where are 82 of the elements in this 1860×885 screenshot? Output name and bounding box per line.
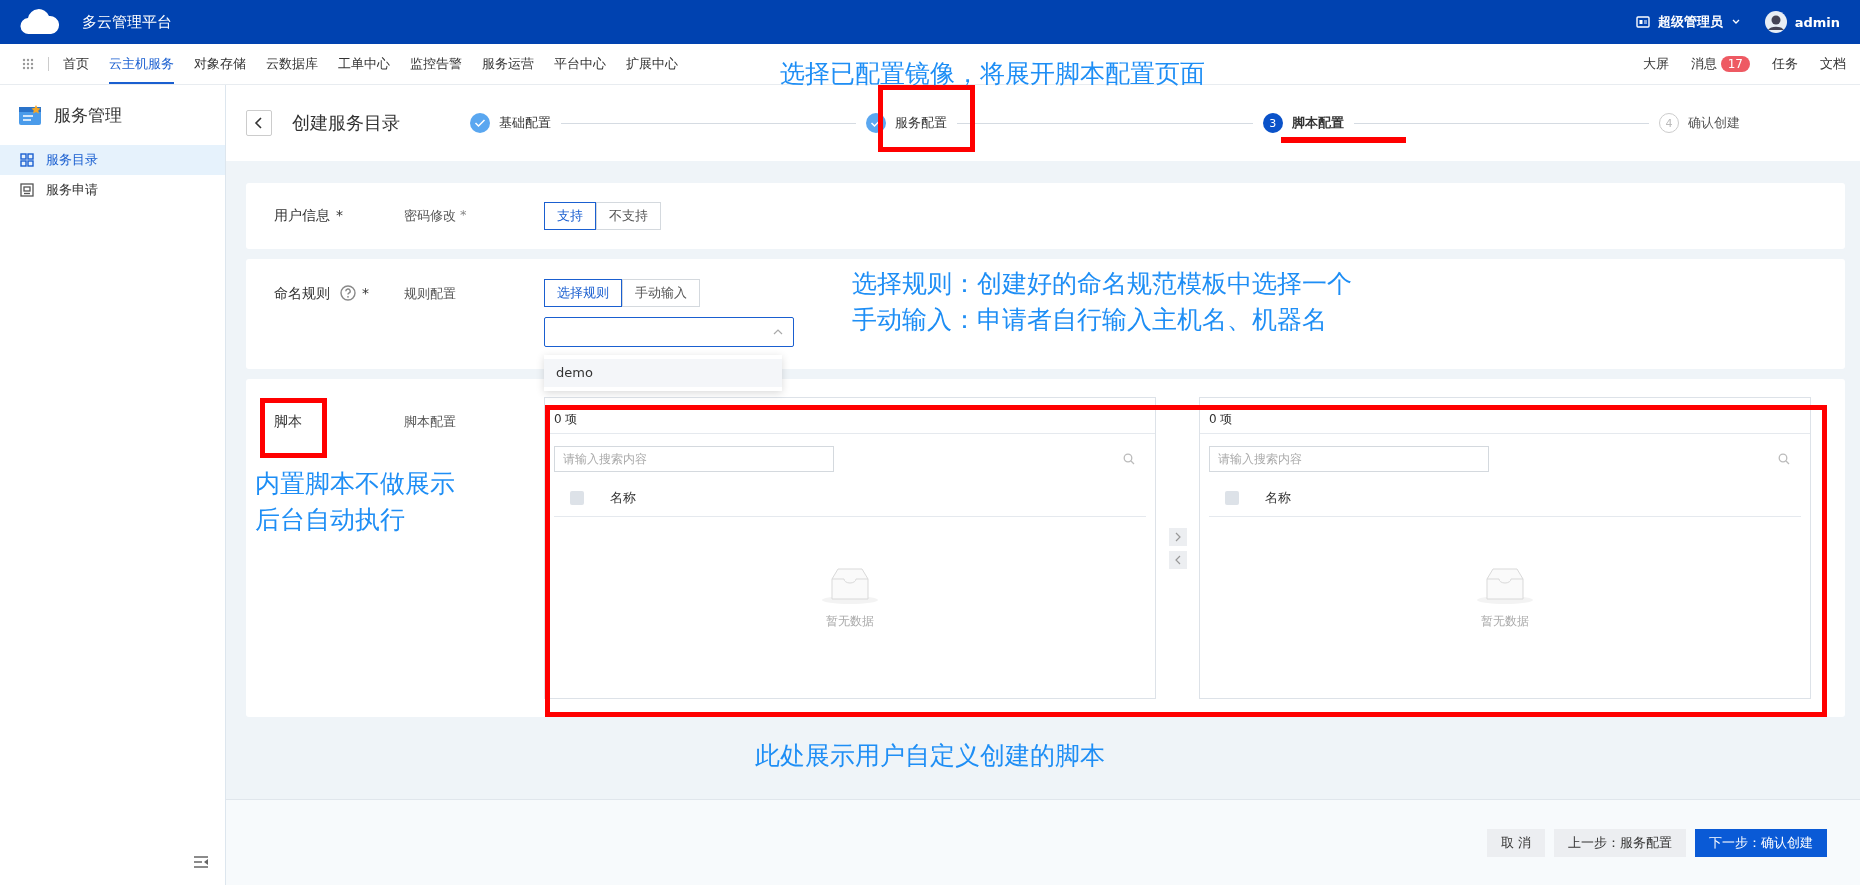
back-button[interactable] xyxy=(246,110,272,136)
annotation-note: 选择已配置镜像，将展开脚本配置页面 xyxy=(780,58,1205,90)
option-button[interactable]: 支持 xyxy=(544,202,596,230)
apps-grid-icon[interactable] xyxy=(22,58,34,70)
required-mark: * xyxy=(336,207,343,223)
footer-button[interactable]: 上一步：服务配置 xyxy=(1554,828,1686,857)
user-name[interactable]: admin xyxy=(1794,14,1840,30)
caret-icon[interactable] xyxy=(1730,18,1741,26)
help-icon[interactable] xyxy=(340,285,356,301)
sidebar-item[interactable]: 服务申请 xyxy=(0,175,225,205)
form-icon xyxy=(20,183,34,197)
rule-select[interactable] xyxy=(544,317,794,347)
nav-link[interactable]: 文档 xyxy=(1820,55,1846,73)
count-badge: 17 xyxy=(1720,56,1750,72)
option-button[interactable]: 选择规则 xyxy=(544,279,622,307)
empty-inbox-icon xyxy=(820,565,880,605)
move-right-button[interactable] xyxy=(1168,527,1187,546)
nav-link[interactable]: 消息 xyxy=(1690,55,1717,73)
search-icon[interactable] xyxy=(1778,453,1790,465)
nav-tab[interactable]: 监控告警 xyxy=(410,44,462,84)
nav-link[interactable]: 任务 xyxy=(1772,55,1798,73)
option-button[interactable]: 不支持 xyxy=(596,202,661,230)
annotation-note: 手动输入：申请者自行输入主机名、机器名 xyxy=(852,304,1327,336)
item-count: 0 项 xyxy=(554,411,578,428)
column-header: 名称 xyxy=(1265,489,1291,507)
required-mark: * xyxy=(362,285,369,301)
footer-button[interactable]: 取 消 xyxy=(1486,828,1545,857)
step-label: 服务配置 xyxy=(895,114,948,132)
chevron-right-icon xyxy=(1173,531,1182,542)
check-icon xyxy=(474,118,486,128)
section-label: 脚本 xyxy=(274,413,302,431)
search-field[interactable]: 请输入搜索内容 xyxy=(1209,446,1489,472)
field-label: 脚本配置 xyxy=(404,413,456,431)
empty-text: 暂无数据 xyxy=(1481,613,1529,630)
section-label: 用户信息 xyxy=(274,207,330,225)
annotation-note: 内置脚本不做展示 xyxy=(255,468,455,500)
step-marker: 3 xyxy=(1262,113,1283,133)
dropdown-option[interactable]: demo xyxy=(544,359,782,387)
page-title: 创建服务目录 xyxy=(292,111,401,135)
empty-text: 暂无数据 xyxy=(826,613,874,630)
annotation-note: 选择规则：创建好的命名规范模板中选择一个 xyxy=(852,268,1352,300)
sidebar-title: 服务管理 xyxy=(54,103,122,127)
nav-link[interactable]: 大屏 xyxy=(1642,55,1669,73)
nav-tab[interactable]: 对象存储 xyxy=(194,44,246,84)
service-card-icon xyxy=(18,104,42,126)
field-label: 规则配置 xyxy=(404,285,456,303)
annotation-note: 后台自动执行 xyxy=(255,504,405,536)
grid-icon xyxy=(20,153,34,167)
checkbox[interactable] xyxy=(570,491,584,505)
cloud-logo-icon xyxy=(20,9,60,35)
role-menu[interactable]: 超级管理员 xyxy=(1657,13,1723,31)
section-label: 命名规则 xyxy=(274,285,330,303)
nav-tab[interactable]: 首页 xyxy=(63,44,89,84)
nav-tab[interactable]: 平台中心 xyxy=(554,44,606,84)
step-label: 基础配置 xyxy=(499,114,551,132)
nav-tab[interactable]: 扩展中心 xyxy=(626,44,678,84)
chevron-icon xyxy=(773,329,783,335)
checkbox[interactable] xyxy=(1225,491,1239,505)
nav-tab[interactable]: 服务运营 xyxy=(482,44,534,84)
collapse-menu-icon[interactable] xyxy=(193,855,209,869)
id-card-icon xyxy=(1635,16,1650,28)
option-button[interactable]: 手动输入 xyxy=(622,279,700,307)
field-label: 密码修改 xyxy=(404,207,456,225)
search-icon[interactable] xyxy=(1123,453,1135,465)
chevron-left-icon xyxy=(254,117,264,129)
step-label: 脚本配置 xyxy=(1291,114,1344,132)
avatar-icon[interactable] xyxy=(1764,11,1787,33)
move-left-button[interactable] xyxy=(1168,550,1187,569)
nav-tab[interactable]: 云数据库 xyxy=(266,44,318,84)
step-label: 确认创建 xyxy=(1688,114,1740,132)
required-mark: * xyxy=(460,207,467,222)
nav-tab[interactable]: 工单中心 xyxy=(338,44,390,84)
item-count: 0 项 xyxy=(1209,411,1233,428)
search-field[interactable]: 请输入搜索内容 xyxy=(554,446,834,472)
empty-inbox-icon xyxy=(1475,565,1535,605)
sidebar-item[interactable]: 服务目录 xyxy=(0,145,225,175)
highlight-frame xyxy=(260,398,327,458)
app-title: 多云管理平台 xyxy=(82,12,172,32)
annotation-note: 此处展示用户自定义创建的脚本 xyxy=(755,740,1105,772)
chevron-left-icon xyxy=(1173,554,1182,565)
column-header: 名称 xyxy=(610,489,636,507)
next-button[interactable]: 下一步：确认创建 xyxy=(1695,828,1827,857)
